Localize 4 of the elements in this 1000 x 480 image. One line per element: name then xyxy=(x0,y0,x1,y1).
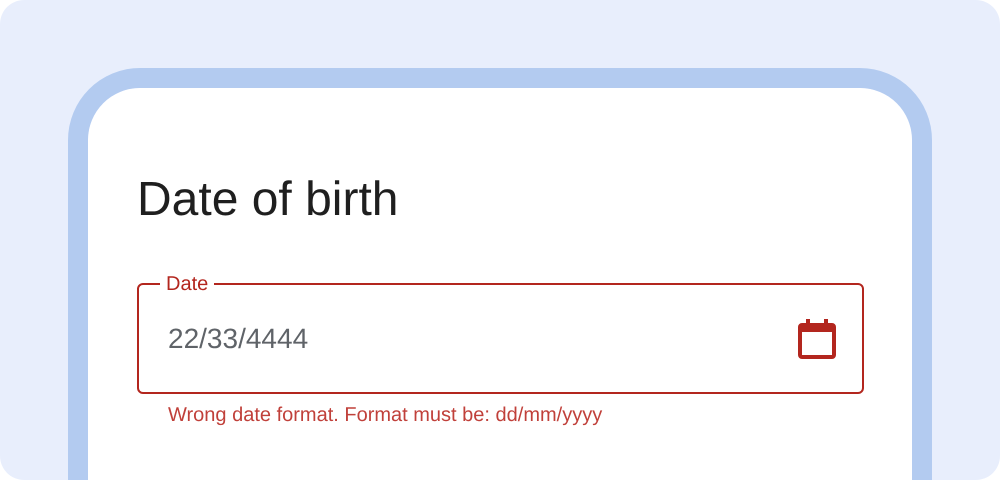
calendar-icon[interactable] xyxy=(798,319,836,359)
error-message: Wrong date format. Format must be: dd/mm/yyyy xyxy=(168,404,602,427)
page-title: Date of birth xyxy=(137,172,398,228)
field-value: 22/33/4444 xyxy=(168,323,310,355)
